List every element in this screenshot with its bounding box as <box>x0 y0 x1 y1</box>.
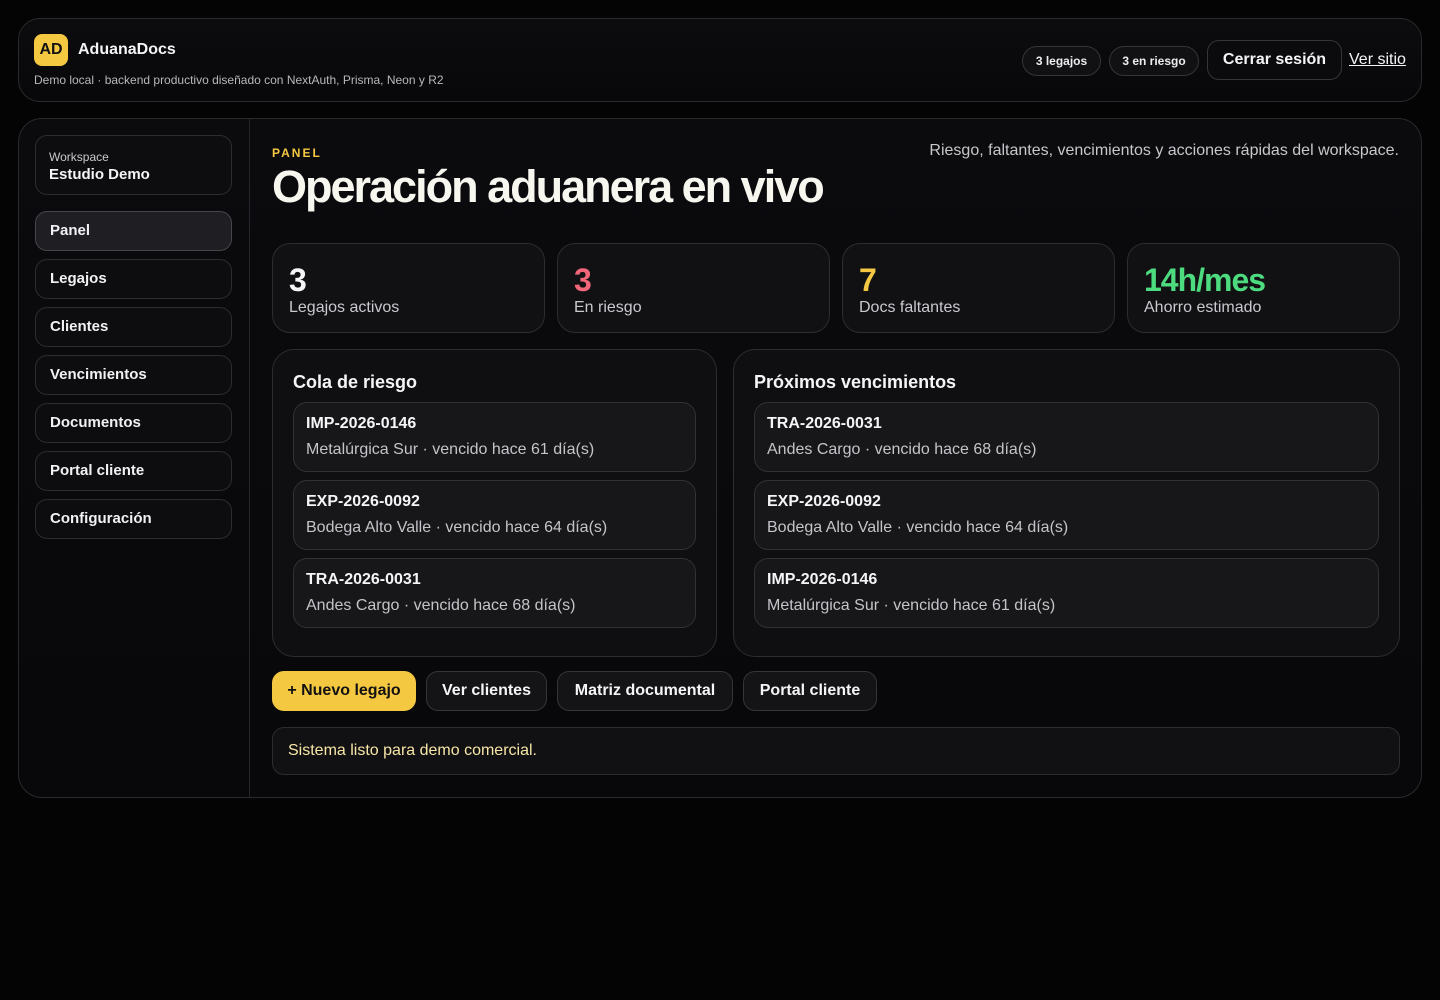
stat-label: Docs faltantes <box>859 299 961 316</box>
stat-label: En riesgo <box>574 299 642 316</box>
page-title: Operación aduanera en vivo <box>272 161 825 212</box>
list-item[interactable]: TRA-2026-0031 Andes Cargo · vencido hace… <box>293 558 696 628</box>
stat-value: 7 <box>859 262 877 298</box>
stat-label: Legajos activos <box>289 299 400 316</box>
legajo-code: IMP-2026-0146 <box>767 571 878 588</box>
stat-card-docs-faltantes: 7 Docs faltantes <box>842 243 1115 333</box>
list-item[interactable]: EXP-2026-0092 Bodega Alto Valle · vencid… <box>754 480 1379 550</box>
sidebar: Workspace Estudio Demo Panel Legajos Cli… <box>19 119 250 797</box>
legajo-code: TRA-2026-0031 <box>306 571 421 588</box>
legajos-count-badge: 3 legajos <box>1022 46 1101 76</box>
view-site-link[interactable]: Ver sitio <box>1349 51 1406 69</box>
document-matrix-button[interactable]: Matriz documental <box>557 671 733 711</box>
page-description: Riesgo, faltantes, vencimientos y accion… <box>929 142 1399 159</box>
sidebar-item-clientes[interactable]: Clientes <box>35 307 232 347</box>
main-content: PANEL Operación aduanera en vivo Riesgo,… <box>250 119 1421 797</box>
sidebar-item-panel[interactable]: Panel <box>35 211 232 251</box>
logout-button[interactable]: Cerrar sesión <box>1207 40 1342 80</box>
stat-value: 3 <box>574 262 592 298</box>
legajo-code: TRA-2026-0031 <box>767 415 882 432</box>
legajo-code: EXP-2026-0092 <box>306 493 420 510</box>
sidebar-item-legajos[interactable]: Legajos <box>35 259 232 299</box>
app-subtitle: Demo local · backend productivo diseñado… <box>34 73 444 87</box>
client-portal-button[interactable]: Portal cliente <box>743 671 877 711</box>
legajo-meta: Andes Cargo · vencido hace 68 día(s) <box>767 441 1037 458</box>
risk-count-badge: 3 en riesgo <box>1109 46 1199 76</box>
panel-title: Cola de riesgo <box>293 372 418 392</box>
upcoming-deadlines-panel: Próximos vencimientos TRA-2026-0031 Ande… <box>733 349 1400 657</box>
workspace-selector[interactable]: Workspace Estudio Demo <box>35 135 232 195</box>
legajo-meta: Metalúrgica Sur · vencido hace 61 día(s) <box>306 441 595 458</box>
stat-value: 3 <box>289 262 307 298</box>
sidebar-item-documentos[interactable]: Documentos <box>35 403 232 443</box>
legajo-meta: Metalúrgica Sur · vencido hace 61 día(s) <box>767 597 1056 614</box>
stat-card-legajos-activos: 3 Legajos activos <box>272 243 545 333</box>
stat-card-en-riesgo: 3 En riesgo <box>557 243 830 333</box>
app-shell: Workspace Estudio Demo Panel Legajos Cli… <box>18 118 1422 798</box>
sidebar-item-configuracion[interactable]: Configuración <box>35 499 232 539</box>
legajo-code: EXP-2026-0092 <box>767 493 881 510</box>
workspace-label: Workspace <box>49 150 109 164</box>
panel-title: Próximos vencimientos <box>754 372 957 392</box>
app-logo: AD <box>34 34 68 66</box>
legajo-meta: Andes Cargo · vencido hace 68 día(s) <box>306 597 576 614</box>
view-clients-button[interactable]: Ver clientes <box>426 671 547 711</box>
legajo-meta: Bodega Alto Valle · vencido hace 64 día(… <box>767 519 1069 536</box>
sidebar-item-portal-cliente[interactable]: Portal cliente <box>35 451 232 491</box>
stat-card-ahorro-estimado: 14h/mes Ahorro estimado <box>1127 243 1400 333</box>
stat-value: 14h/mes <box>1144 262 1266 298</box>
stat-label: Ahorro estimado <box>1144 299 1262 316</box>
sidebar-item-vencimientos[interactable]: Vencimientos <box>35 355 232 395</box>
list-item[interactable]: EXP-2026-0092 Bodega Alto Valle · vencid… <box>293 480 696 550</box>
new-legajo-button[interactable]: + Nuevo legajo <box>272 671 416 711</box>
risk-queue-panel: Cola de riesgo IMP-2026-0146 Metalúrgica… <box>272 349 717 657</box>
status-message: Sistema listo para demo comercial. <box>272 727 1400 775</box>
legajo-meta: Bodega Alto Valle · vencido hace 64 día(… <box>306 519 608 536</box>
section-eyebrow: PANEL <box>272 146 322 160</box>
top-bar: AD AduanaDocs Demo local · backend produ… <box>18 18 1422 102</box>
list-item[interactable]: IMP-2026-0146 Metalúrgica Sur · vencido … <box>293 402 696 472</box>
list-item[interactable]: TRA-2026-0031 Andes Cargo · vencido hace… <box>754 402 1379 472</box>
app-name: AduanaDocs <box>78 41 176 58</box>
workspace-name: Estudio Demo <box>49 166 150 183</box>
legajo-code: IMP-2026-0146 <box>306 415 417 432</box>
list-item[interactable]: IMP-2026-0146 Metalúrgica Sur · vencido … <box>754 558 1379 628</box>
